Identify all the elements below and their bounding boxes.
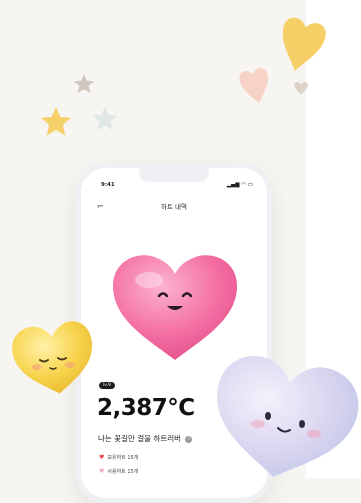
page-title: 하트 내역 [161, 203, 187, 211]
slogan-label: 나는 꽃길만 걸을 하트러버 [98, 434, 182, 443]
legend-label: 사용하트 15개 [107, 469, 139, 475]
info-icon[interactable]: i [185, 435, 193, 443]
slogan-text: 나는 꽃길만 걸을 하트러버 i [98, 433, 193, 444]
lavender-heart-character-icon [217, 355, 359, 477]
legend-label: 보유하트 15개 [107, 455, 139, 461]
status-time: 9:41 [101, 182, 115, 188]
star-icon [92, 106, 118, 131]
heart-icon [239, 68, 268, 104]
level-badge: lv.9 [99, 382, 115, 389]
star-icon [41, 107, 71, 136]
yellow-heart-character-icon [12, 321, 92, 394]
temperature-value: 2,387℃ [97, 395, 195, 421]
heart-icon [282, 17, 326, 71]
legend-item-used: ♥ 사용하트 15개 [99, 468, 138, 475]
heart-icon [294, 82, 308, 95]
phone-notch [139, 168, 209, 182]
star-icon [74, 74, 94, 93]
status-icons: ▂▄▆ ◠ ▭ [226, 182, 253, 188]
heart-character-icon [113, 255, 237, 360]
heart-icon: ♥ [99, 468, 105, 475]
legend-item-owned: ♥ 보유하트 15개 [99, 454, 138, 461]
heart-icon: ♥ [99, 454, 105, 461]
